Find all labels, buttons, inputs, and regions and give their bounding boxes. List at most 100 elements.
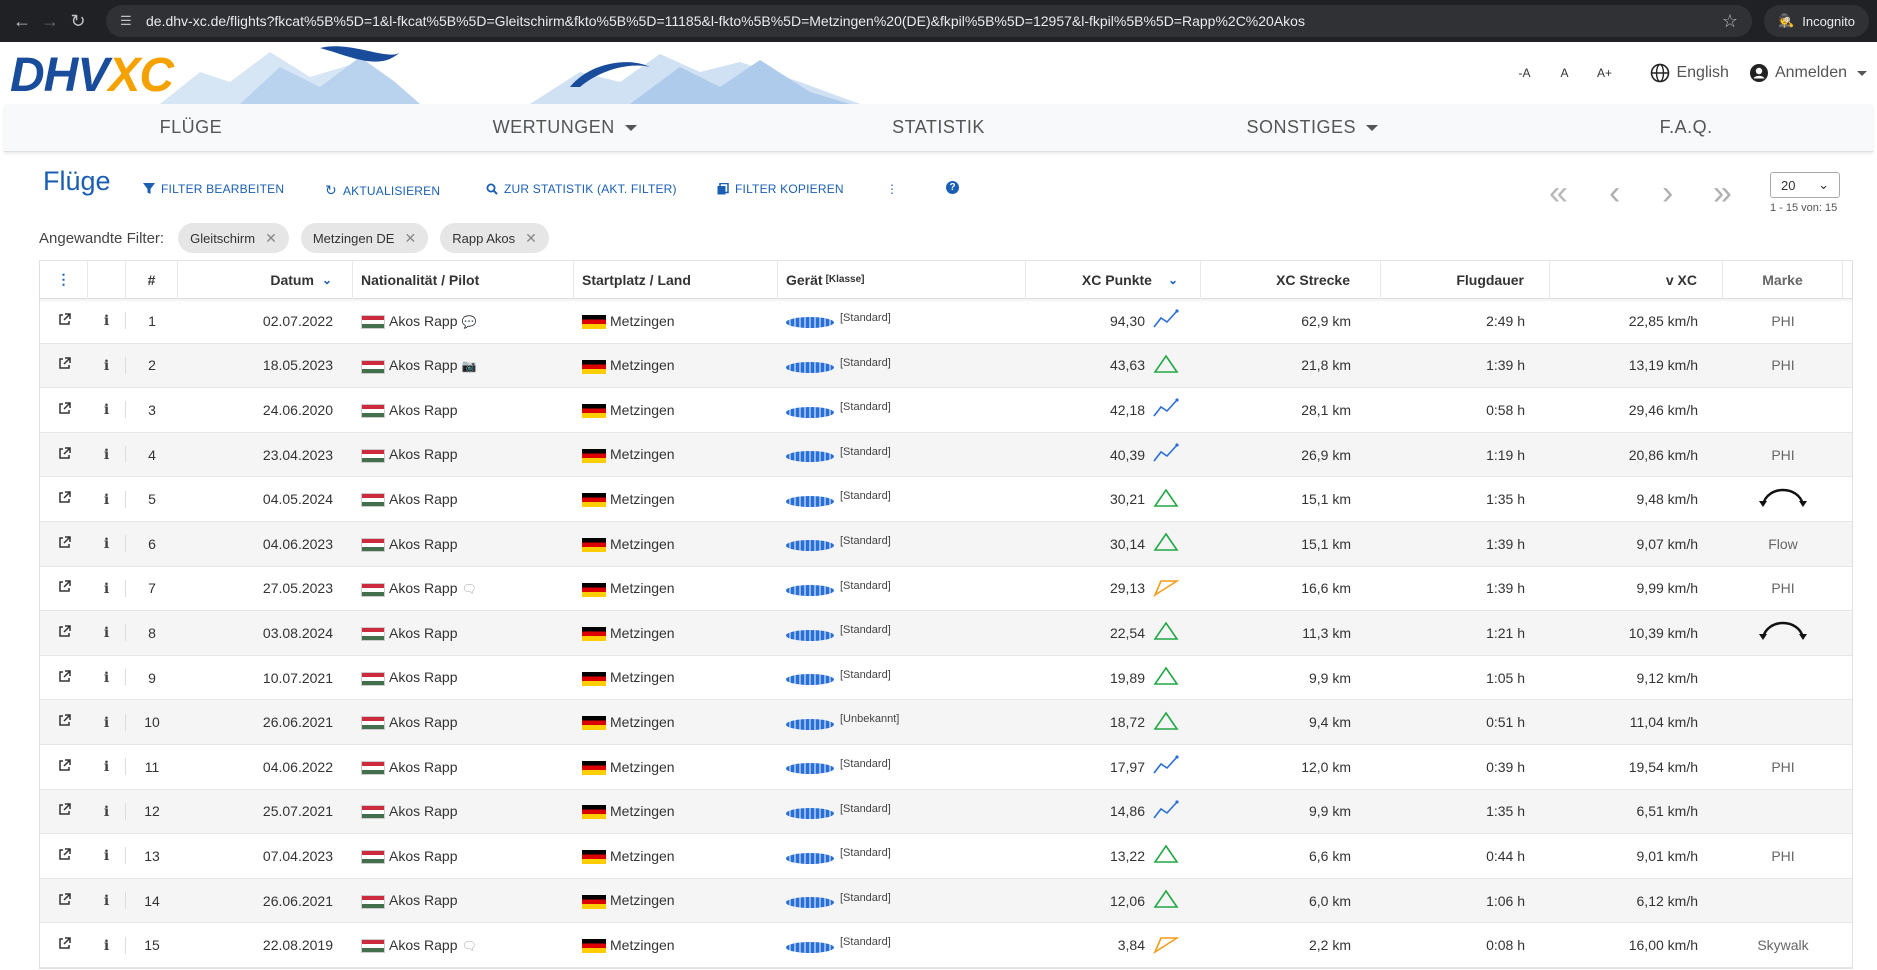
- header-speed[interactable]: v XC: [1550, 260, 1723, 299]
- pilot-cell[interactable]: Akos Rapp: [353, 848, 574, 865]
- nav-fluege[interactable]: FLÜGE: [4, 117, 378, 138]
- open-external-icon[interactable]: [58, 714, 71, 730]
- incognito-badge[interactable]: 🕵 Incognito: [1764, 5, 1869, 37]
- pilot-cell[interactable]: Akos Rapp: [353, 536, 574, 552]
- nav-faq[interactable]: F.A.Q.: [1499, 117, 1873, 138]
- nav-statistik[interactable]: STATISTIK: [752, 117, 1126, 138]
- open-external-icon[interactable]: [58, 937, 71, 953]
- bookmark-star-icon[interactable]: ☆: [1722, 11, 1738, 32]
- header-date[interactable]: Datum ⌄: [178, 260, 353, 299]
- launch-cell[interactable]: Metzingen: [574, 580, 778, 597]
- info-icon[interactable]: i: [104, 759, 109, 775]
- table-row[interactable]: i 13 07.04.2023 Akos Rapp Metzingen [Sta…: [40, 834, 1852, 879]
- first-page-icon[interactable]: «: [1549, 176, 1568, 210]
- help-icon[interactable]: ?: [946, 181, 959, 194]
- header-brand[interactable]: Marke: [1723, 260, 1843, 299]
- pilot-cell[interactable]: Akos Rapp: [353, 491, 574, 508]
- open-external-icon[interactable]: [58, 848, 71, 864]
- pilot-cell[interactable]: Akos Rapp 📷: [353, 357, 574, 374]
- table-row[interactable]: i 6 04.06.2023 Akos Rapp Metzingen [Stan…: [40, 521, 1852, 567]
- table-row[interactable]: i 1 02.07.2022 Akos Rapp 💬 Metzingen [Sta…: [40, 299, 1852, 344]
- header-num[interactable]: #: [126, 260, 178, 299]
- filter-edit-button[interactable]: FILTER BEARBEITEN: [143, 182, 284, 196]
- info-icon[interactable]: i: [104, 804, 109, 820]
- launch-cell[interactable]: Metzingen: [574, 402, 778, 419]
- open-external-icon[interactable]: [58, 625, 71, 641]
- font-size-decrease-button[interactable]: -A: [1504, 66, 1544, 80]
- next-page-icon[interactable]: ›: [1662, 176, 1673, 210]
- pilot-cell[interactable]: Akos Rapp: [353, 803, 574, 820]
- launch-cell[interactable]: Metzingen: [574, 714, 778, 731]
- remove-filter-icon[interactable]: ✕: [404, 230, 416, 247]
- header-glider[interactable]: Gerät [Klasse]: [778, 260, 1026, 299]
- table-row[interactable]: i 7 27.05.2023 Akos Rapp 🗨 Metzingen [Sta…: [40, 567, 1852, 612]
- pilot-cell[interactable]: Akos Rapp: [353, 669, 574, 686]
- back-icon[interactable]: ←: [8, 7, 36, 35]
- table-row[interactable]: i 4 23.04.2023 Akos Rapp Metzingen [Stan…: [40, 432, 1852, 478]
- launch-cell[interactable]: Metzingen: [574, 759, 778, 775]
- info-icon[interactable]: i: [104, 893, 109, 909]
- info-icon[interactable]: i: [104, 492, 109, 508]
- nav-wertungen[interactable]: WERTUNGEN: [378, 117, 752, 138]
- launch-cell[interactable]: Metzingen: [574, 937, 778, 954]
- pilot-cell[interactable]: Akos Rapp 🗨: [353, 937, 574, 954]
- launch-cell[interactable]: Metzingen: [574, 848, 778, 865]
- pilot-cell[interactable]: Akos Rapp: [353, 625, 574, 642]
- pilot-cell[interactable]: Akos Rapp 💬: [353, 313, 574, 329]
- info-icon[interactable]: i: [104, 313, 109, 329]
- launch-cell[interactable]: Metzingen: [574, 357, 778, 374]
- open-external-icon[interactable]: [58, 669, 71, 686]
- info-icon[interactable]: i: [104, 402, 109, 418]
- table-row[interactable]: i 14 26.06.2021 Akos Rapp Metzingen [Sta…: [40, 878, 1852, 924]
- pilot-cell[interactable]: Akos Rapp: [353, 402, 574, 419]
- pilot-cell[interactable]: Akos Rapp: [353, 714, 574, 731]
- header-points[interactable]: XC Punkte ⌄: [1026, 260, 1201, 299]
- language-switch[interactable]: English: [1650, 63, 1729, 83]
- info-icon[interactable]: i: [104, 848, 109, 864]
- open-external-icon[interactable]: [58, 491, 71, 507]
- table-row[interactable]: i 2 18.05.2023 Akos Rapp 📷 Metzingen [Sta…: [40, 343, 1852, 389]
- remove-filter-icon[interactable]: ✕: [265, 230, 277, 247]
- copy-filter-button[interactable]: FILTER KOPIEREN: [717, 182, 844, 196]
- launch-cell[interactable]: Metzingen: [574, 536, 778, 552]
- login-menu[interactable]: Anmelden: [1749, 63, 1867, 83]
- open-external-icon[interactable]: [58, 536, 71, 552]
- filter-chip[interactable]: Rapp Akos ✕: [440, 223, 549, 253]
- table-row[interactable]: i 3 24.06.2020 Akos Rapp Metzingen [Stan…: [40, 388, 1852, 433]
- launch-cell[interactable]: Metzingen: [574, 803, 778, 820]
- font-size-increase-button[interactable]: A+: [1584, 66, 1624, 80]
- last-page-icon[interactable]: »: [1713, 176, 1732, 210]
- open-external-icon[interactable]: [58, 892, 71, 909]
- info-icon[interactable]: i: [104, 536, 109, 552]
- header-distance[interactable]: XC Strecke: [1201, 260, 1381, 299]
- table-row[interactable]: i 10 26.06.2021 Akos Rapp Metzingen [Unb…: [40, 700, 1852, 745]
- refresh-button[interactable]: ↻ AKTUALISIEREN: [325, 182, 440, 199]
- font-size-normal-button[interactable]: A: [1544, 66, 1584, 80]
- launch-cell[interactable]: Metzingen: [574, 669, 778, 686]
- info-icon[interactable]: i: [104, 625, 109, 641]
- more-options-icon[interactable]: ⋮: [886, 182, 898, 196]
- launch-cell[interactable]: Metzingen: [574, 313, 778, 329]
- info-icon[interactable]: i: [104, 938, 109, 954]
- open-external-icon[interactable]: [58, 758, 71, 775]
- nav-sonstiges[interactable]: SONSTIGES: [1125, 117, 1499, 138]
- info-icon[interactable]: i: [104, 447, 109, 463]
- table-row[interactable]: i 8 03.08.2024 Akos Rapp Metzingen [Stan…: [40, 611, 1852, 656]
- dhv-xc-logo[interactable]: DHVXC: [10, 48, 174, 103]
- filter-chip[interactable]: Gleitschirm ✕: [178, 223, 289, 253]
- previous-page-icon[interactable]: ‹: [1609, 176, 1620, 210]
- pilot-cell[interactable]: Akos Rapp 🗨: [353, 580, 574, 597]
- launch-cell[interactable]: Metzingen: [574, 446, 778, 463]
- forward-icon[interactable]: →: [36, 7, 64, 35]
- open-external-icon[interactable]: [58, 402, 71, 418]
- remove-filter-icon[interactable]: ✕: [525, 230, 537, 247]
- table-row[interactable]: i 15 22.08.2019 Akos Rapp 🗨 Metzingen [St…: [40, 923, 1852, 968]
- column-settings-icon[interactable]: ⋮: [40, 260, 88, 299]
- header-launch[interactable]: Startplatz / Land: [574, 260, 778, 299]
- address-bar[interactable]: ☰ de.dhv-xc.de/flights?fkcat%5B%5D=1&l-f…: [106, 5, 1753, 37]
- pilot-cell[interactable]: Akos Rapp: [353, 759, 574, 775]
- launch-cell[interactable]: Metzingen: [574, 892, 778, 909]
- launch-cell[interactable]: Metzingen: [574, 491, 778, 508]
- page-size-select[interactable]: 20 ⌄: [1770, 172, 1840, 198]
- info-icon[interactable]: i: [104, 670, 109, 686]
